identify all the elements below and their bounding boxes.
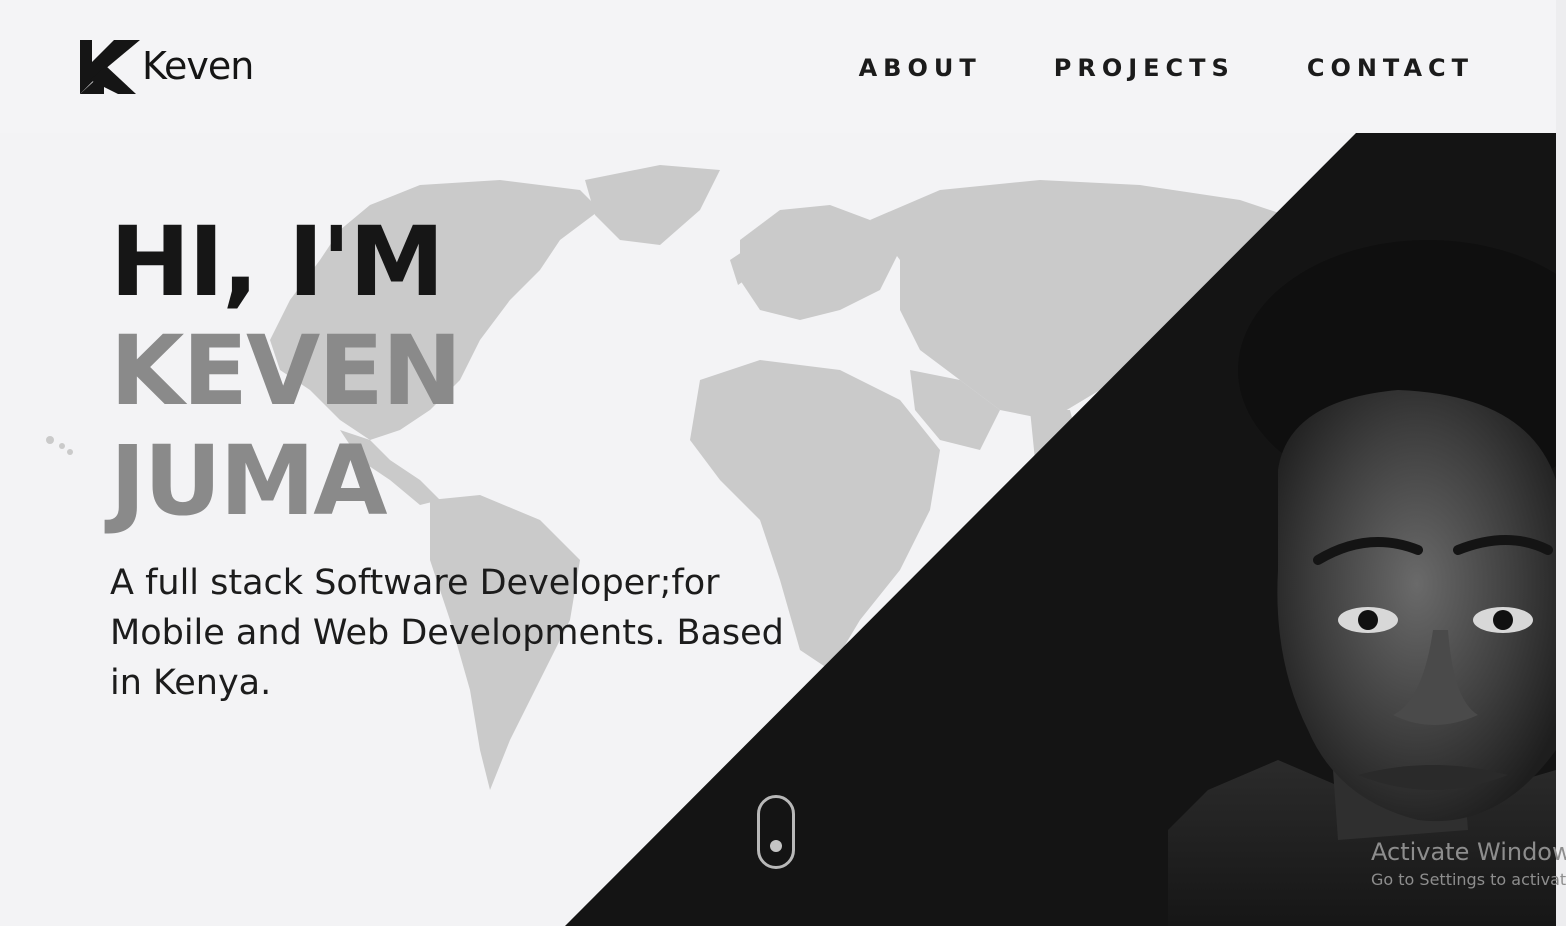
hero-tagline: A full stack Software Developer;for Mobi… xyxy=(110,563,784,703)
portfolio-home-page: Keven ABOUT PROJECTS CONTACT HI, I'M KEV… xyxy=(0,0,1566,926)
scroll-mouse-icon[interactable] xyxy=(757,795,795,869)
site-header: Keven ABOUT PROJECTS CONTACT xyxy=(0,0,1556,133)
nav-contact[interactable]: CONTACT xyxy=(1307,54,1474,82)
portrait-photo xyxy=(1168,240,1556,926)
scroll-dot xyxy=(770,840,782,852)
hero-first-name: KEVEN xyxy=(110,315,462,428)
nav-projects[interactable]: PROJECTS xyxy=(1054,54,1235,82)
activate-windows-watermark: Activate Windows Go to Settings to activ… xyxy=(1371,838,1566,889)
right-edge-strip xyxy=(1556,0,1566,926)
hero-last-name: JUMA xyxy=(110,424,388,537)
logo[interactable]: Keven xyxy=(80,40,254,96)
hero-heading: HI, I'M KEVEN JUMA xyxy=(110,206,462,537)
watermark-title: Activate Windows xyxy=(1371,838,1566,866)
logo-text: Keven xyxy=(142,44,254,88)
watermark-subtitle: Go to Settings to activate xyxy=(1371,870,1566,889)
main-nav: ABOUT PROJECTS CONTACT xyxy=(859,54,1474,82)
hero-greeting: HI, I'M xyxy=(110,206,445,318)
keven-logo-icon xyxy=(80,40,140,94)
nav-about[interactable]: ABOUT xyxy=(859,54,982,82)
